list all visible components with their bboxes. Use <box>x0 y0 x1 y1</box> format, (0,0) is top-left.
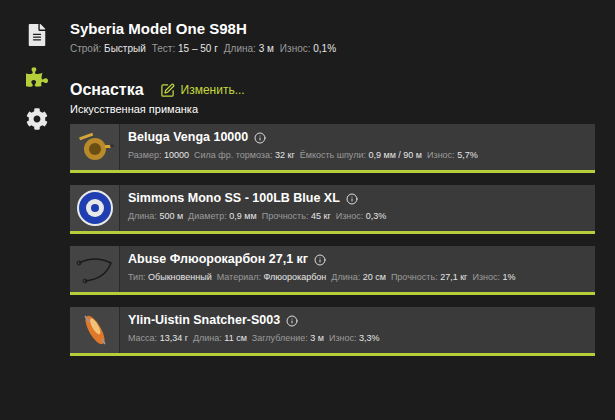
tackle-title: Оснастка <box>70 80 144 100</box>
item-thumbnail <box>70 124 120 170</box>
stat: Длина: 3 м <box>224 41 274 56</box>
stat: Тип: Обыкновенный <box>128 271 212 283</box>
tackle-item[interactable]: Abuse Флюорокарбон 27,1 кг Тип: Обыкновен… <box>70 246 595 295</box>
stat: Прочность: 45 кг <box>262 210 331 222</box>
stat: Износ: 1% <box>472 271 515 283</box>
stat: Материал: Флюорокарбон <box>217 271 327 283</box>
item-stats: Тип: Обыкновенный Материал: Флюорокарбон Д… <box>128 271 595 283</box>
item-name: Ylin-Uistin Snatcher-S003 <box>128 313 280 328</box>
item-stats: Длина: 500 м Диаметр: 0,9 мм Прочность: 45… <box>128 210 595 222</box>
sidebar <box>0 0 58 420</box>
info-icon[interactable] <box>286 315 298 327</box>
item-stats: Масса: 13,34 г Длина: 11 см Заглубление: 3… <box>128 332 595 344</box>
stat: Сила фр. тормоза: 32 кг <box>194 149 295 161</box>
info-icon[interactable] <box>346 193 358 205</box>
rod-stats: Строй: Быстрый Тест: 15 – 50 г Длина: 3 м И… <box>70 41 595 56</box>
stat: Масса: 13,34 г <box>128 332 188 344</box>
item-name: Beluga Venga 10000 <box>128 130 248 145</box>
stat: Заглубление: 3 м <box>252 332 324 344</box>
item-thumbnail <box>70 185 120 231</box>
stat: Длина: 11 см <box>193 332 247 344</box>
item-stats: Размер: 10000 Сила фр. тормоза: 32 кг Ёмко… <box>128 149 595 161</box>
tackle-item[interactable]: Beluga Venga 10000 Размер: 10000 Сила фр. … <box>70 124 595 173</box>
tackle-item[interactable]: Simmons Mono SS - 100LB Blue XL Длина: 50… <box>70 185 595 234</box>
tackle-header: Оснастка Изменить... <box>70 80 595 100</box>
stat: Ёмкость шпули: 0,9 мм / 90 м <box>300 149 422 161</box>
info-icon[interactable] <box>254 132 266 144</box>
leader-icon <box>75 249 115 289</box>
line-spool-icon <box>75 188 115 228</box>
stat: Длина: 20 см <box>331 271 386 283</box>
stat: Размер: 10000 <box>128 149 189 161</box>
stat: Износ: 0,3% <box>336 210 387 222</box>
item-name: Simmons Mono SS - 100LB Blue XL <box>128 191 340 206</box>
tackle-item[interactable]: Ylin-Uistin Snatcher-S003 Масса: 13,34 г Д… <box>70 307 595 356</box>
stat: Прочность: 27,1 кг <box>391 271 468 283</box>
stat: Тест: 15 – 50 г <box>152 41 218 56</box>
stat: Износ: 0,1% <box>280 41 336 56</box>
tackle-list: Beluga Venga 10000 Размер: 10000 Сила фр. … <box>70 124 595 356</box>
stat: Длина: 500 м <box>128 210 183 222</box>
stat: Строй: Быстрый <box>70 41 146 56</box>
stat: Диаметр: 0,9 мм <box>188 210 257 222</box>
reel-icon <box>75 127 115 167</box>
bait-type: Искусственная приманка <box>70 102 595 116</box>
tackle-icon[interactable] <box>24 64 50 90</box>
settings-icon[interactable] <box>24 106 50 132</box>
notes-icon[interactable] <box>24 22 50 48</box>
stat: Износ: 5,7% <box>427 149 478 161</box>
item-thumbnail <box>70 246 120 292</box>
lure-icon <box>75 310 115 350</box>
info-icon[interactable] <box>314 254 326 266</box>
edit-button[interactable]: Изменить... <box>160 81 245 99</box>
main-panel: Syberia Model One S98H Строй: Быстрый Тест… <box>58 0 615 420</box>
item-name: Abuse Флюорокарбон 27,1 кг <box>128 252 308 267</box>
item-thumbnail <box>70 307 120 353</box>
tackle-screen: Syberia Model One S98H Строй: Быстрый Тест… <box>0 0 615 420</box>
edit-icon <box>160 83 175 98</box>
stat: Износ: 3,3% <box>329 332 380 344</box>
rod-name: Syberia Model One S98H <box>70 20 595 38</box>
